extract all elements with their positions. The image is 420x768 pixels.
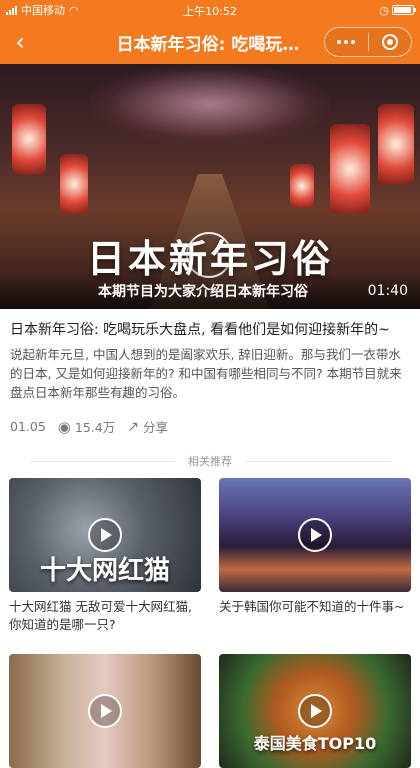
related-card[interactable]: 关于韩国你可能不知道的十件事~	[219, 478, 411, 616]
related-heading: 相关推荐	[175, 453, 245, 469]
article-description: 说起新年元旦, 中国人想到的是阖家欢乐, 辞旧迎新。那与我们一衣带水的日本, 又…	[10, 347, 402, 400]
related-card[interactable]	[9, 654, 201, 768]
lantern	[330, 124, 370, 214]
view-count: ◉ 15.4万	[58, 417, 115, 436]
card-thumbnail: 泰国美食TOP10	[219, 654, 411, 768]
share-icon: ↗	[127, 418, 139, 435]
lantern	[12, 104, 46, 174]
cherry-blossom-decoration	[90, 64, 330, 144]
thumbnail-overlay-text: 泰国美食TOP10	[253, 734, 377, 753]
video-player[interactable]: 日本新年习俗 本期节目为大家介绍日本新年习俗 01:40	[0, 64, 420, 309]
card-thumbnail	[219, 478, 411, 592]
mini-program-capsule	[324, 27, 412, 57]
more-dots-icon	[337, 40, 356, 44]
play-icon	[88, 518, 122, 552]
status-bar: 中国移动 ◠ 上午10:52 ◷	[0, 0, 420, 20]
play-icon	[88, 694, 122, 728]
video-duration: 01:40	[367, 283, 408, 299]
lantern	[290, 164, 314, 208]
more-button[interactable]	[325, 28, 368, 56]
page-title: 日本新年习俗: 吃喝玩…	[116, 34, 300, 55]
article-meta: 01.05 ◉ 15.4万 ↗ 分享	[10, 417, 168, 436]
card-thumbnail	[9, 654, 201, 768]
eye-icon: ◉	[57, 417, 71, 436]
status-time: 上午10:52	[183, 5, 237, 18]
play-icon	[298, 518, 332, 552]
share-button[interactable]: ↗ 分享	[127, 417, 168, 436]
lantern	[60, 154, 88, 214]
play-icon	[298, 694, 332, 728]
video-caption-bar: 本期节目为大家介绍日本新年习俗 01:40	[0, 273, 420, 309]
article-title: 日本新年习俗: 吃喝玩乐大盘点, 看看他们是如何迎接新年的~	[10, 322, 390, 338]
back-button[interactable]: ‹	[0, 20, 40, 64]
lantern	[378, 104, 414, 184]
related-card[interactable]: 十大网红猫 十大网红猫 无敌可爱十大网红猫, 你知道的是哪一只?	[9, 478, 201, 634]
view-count-value: 15.4万	[74, 420, 116, 435]
share-label: 分享	[142, 420, 168, 435]
related-card[interactable]: 泰国美食TOP10	[219, 654, 411, 768]
target-icon	[381, 34, 398, 50]
nav-bar: ‹ 日本新年习俗: 吃喝玩…	[0, 20, 420, 64]
article-section: 日本新年习俗: 吃喝玩乐大盘点, 看看他们是如何迎接新年的~ 说起新年元旦, 中…	[10, 320, 410, 402]
close-button[interactable]	[369, 28, 412, 56]
publish-date: 01.05	[10, 419, 46, 434]
video-caption: 本期节目为大家介绍日本新年习俗	[98, 284, 308, 300]
card-title: 关于韩国你可能不知道的十件事~	[219, 599, 405, 614]
battery-icon	[392, 5, 416, 15]
card-title: 十大网红猫 无敌可爱十大网红猫, 你知道的是哪一只?	[9, 599, 192, 632]
thumbnail-overlay-text: 十大网红猫	[39, 556, 170, 586]
chevron-left-icon: ‹	[15, 28, 25, 56]
card-thumbnail: 十大网红猫	[9, 478, 201, 592]
